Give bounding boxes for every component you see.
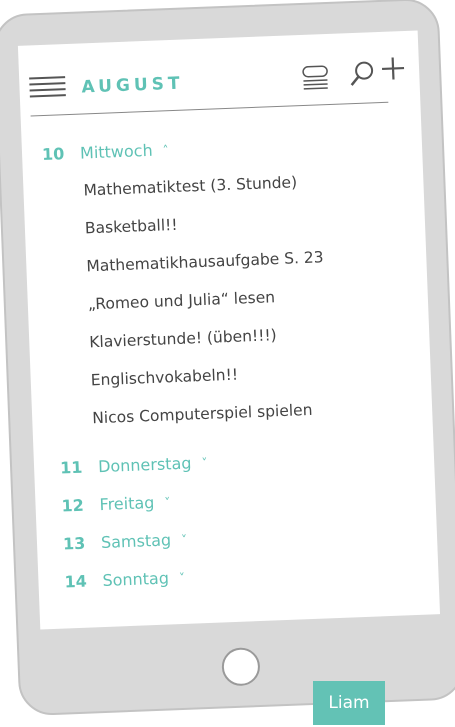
month-title: AUGUST xyxy=(81,73,184,98)
task-item[interactable]: „Romeo und Julia“ lesen xyxy=(88,288,276,313)
day-name: Mittwoch xyxy=(79,140,153,163)
list-icon[interactable] xyxy=(301,64,330,91)
day-number: 14 xyxy=(64,571,88,592)
task-item[interactable]: Nicos Computerspiel spielen xyxy=(92,401,313,427)
day-name: Samstag xyxy=(100,530,172,553)
day-number: 13 xyxy=(62,533,86,554)
chevron-down-icon[interactable]: ˅ xyxy=(164,495,171,509)
day-row-13[interactable]: 13 Samstag ˅ xyxy=(62,530,188,554)
header-divider xyxy=(30,101,389,117)
menu-icon[interactable] xyxy=(29,76,66,99)
task-item[interactable]: Englischvokabeln!! xyxy=(90,366,238,390)
day-name: Freitag xyxy=(99,492,155,515)
task-item[interactable]: Basketball!! xyxy=(85,216,178,238)
chevron-up-icon[interactable]: ˄ xyxy=(162,143,169,157)
add-icon[interactable] xyxy=(378,53,407,84)
home-button[interactable] xyxy=(221,647,261,687)
day-row-12[interactable]: 12 Freitag ˅ xyxy=(61,492,171,516)
day-number: 12 xyxy=(61,495,85,516)
search-icon[interactable] xyxy=(349,60,376,87)
day-row-14[interactable]: 14 Sonntag ˅ xyxy=(64,568,186,592)
task-item[interactable]: Klavierstunde! (üben!!!) xyxy=(89,326,277,351)
day-row-11[interactable]: 11 Donnerstag ˅ xyxy=(60,453,208,478)
day-name: Donnerstag xyxy=(97,453,192,477)
phone-device: AUGUST 10 Mittwoch ˄ Mathematiktest (3. … xyxy=(0,0,455,717)
screen: AUGUST 10 Mittwoch ˄ Mathematiktest (3. … xyxy=(17,30,441,630)
day-number: 11 xyxy=(59,457,83,478)
chevron-down-icon[interactable]: ˅ xyxy=(179,570,186,584)
chevron-down-icon[interactable]: ˅ xyxy=(181,532,188,546)
day-name: Sonntag xyxy=(102,568,170,591)
day-number: 10 xyxy=(41,144,65,165)
task-item[interactable]: Mathematikhausaufgabe S. 23 xyxy=(86,248,324,275)
task-item[interactable]: Mathematiktest (3. Stunde) xyxy=(83,173,297,199)
day-row-10[interactable]: 10 Mittwoch ˄ xyxy=(42,140,169,164)
chevron-down-icon[interactable]: ˅ xyxy=(201,455,208,469)
user-name-badge: Liam xyxy=(313,681,385,725)
